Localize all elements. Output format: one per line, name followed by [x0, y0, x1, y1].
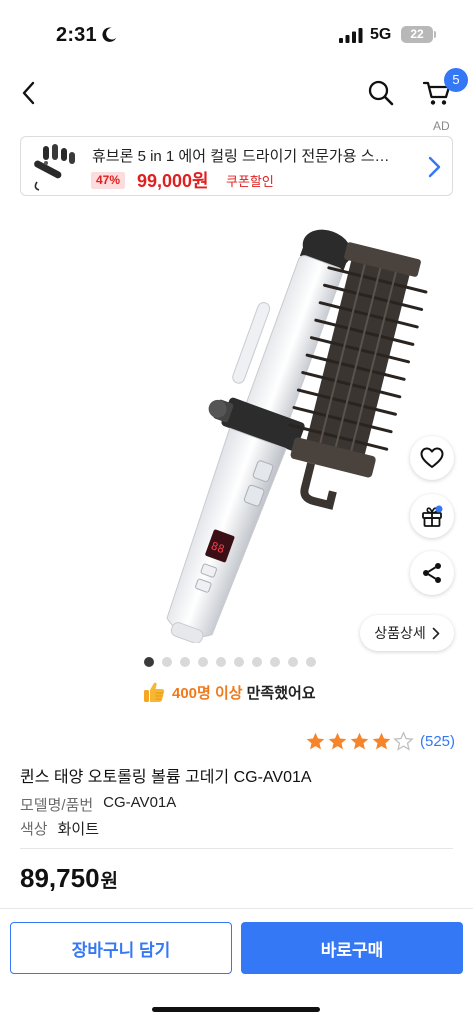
ad-banner[interactable]: 휴브론 5 in 1 에어 컬링 드라이기 전문가용 스… 47% 99,000…	[20, 136, 453, 196]
review-count[interactable]: (525)	[420, 733, 455, 750]
satisfaction-text: 만족했어요	[246, 684, 316, 702]
carousel-dot[interactable]	[180, 657, 190, 667]
product-detail-button[interactable]: 상품상세	[360, 615, 454, 651]
satisfaction-banner: 400명 이상 만족했어요	[142, 678, 316, 706]
buy-now-button[interactable]: 바로구매	[241, 922, 463, 974]
ad-price: 99,000원	[137, 171, 209, 191]
carousel-dot[interactable]	[198, 657, 208, 667]
moon-icon	[102, 27, 117, 42]
wishlist-button[interactable]	[410, 436, 454, 480]
bottom-action-bar: 장바구니 담기 바로구매	[0, 908, 473, 1024]
star-icon	[306, 732, 325, 749]
gift-icon	[422, 505, 443, 527]
product-title: 퀸스 태양 오토롤링 볼륨 고데기 CG-AV01A	[20, 769, 312, 786]
chevron-right-icon	[432, 627, 440, 639]
spec-row-color: 색상 화이트	[20, 818, 99, 839]
price-amount: 89,750	[20, 863, 100, 893]
star-icon	[393, 730, 414, 751]
carousel-dot[interactable]	[216, 657, 226, 667]
add-to-cart-button[interactable]: 장바구니 담기	[10, 922, 232, 974]
ad-title: 휴브론 5 in 1 에어 컬링 드라이기 전문가용 스…	[92, 148, 390, 165]
back-icon	[22, 81, 35, 105]
ad-product-thumbnail	[34, 144, 75, 191]
price-unit: 원	[100, 871, 119, 892]
carousel-dot[interactable]	[144, 657, 154, 667]
rating[interactable]: (525)	[305, 730, 455, 752]
product-detail-label: 상품상세	[374, 625, 426, 641]
spec-row-model: 모델명/품번 CG-AV01A	[20, 794, 176, 815]
thumbs-up-icon	[144, 682, 165, 702]
signal-icon	[339, 28, 363, 43]
spec-label: 색상	[20, 821, 48, 838]
carousel-dot[interactable]	[252, 657, 262, 667]
gift-button[interactable]	[410, 494, 454, 538]
status-time: 2:31	[56, 24, 97, 46]
cart-count-badge: 5	[444, 68, 468, 92]
network-label: 5G	[370, 26, 392, 43]
product-image[interactable]: 88	[20, 198, 440, 643]
star-icon	[328, 732, 347, 749]
share-button[interactable]	[410, 551, 454, 595]
carousel-dot[interactable]	[162, 657, 172, 667]
star-icon	[372, 732, 391, 749]
spec-label: 모델명/품번	[20, 797, 94, 814]
spec-value: 화이트	[57, 821, 100, 838]
ad-label: AD	[433, 119, 450, 133]
top-nav	[0, 70, 473, 116]
spec-value: CG-AV01A	[103, 794, 177, 811]
battery-tip	[434, 31, 436, 38]
back-button[interactable]	[12, 76, 46, 110]
search-icon	[368, 80, 394, 106]
battery-indicator: 22	[401, 26, 433, 43]
carousel-dot[interactable]	[234, 657, 244, 667]
status-bar: 2:31 5G 22	[0, 0, 473, 70]
ad-coupon-label: 쿠폰할인	[226, 174, 274, 189]
satisfaction-count: 400명 이상	[172, 684, 243, 702]
search-button[interactable]	[364, 76, 398, 110]
carousel-dot[interactable]	[288, 657, 298, 667]
product-price: 89,750원	[20, 863, 118, 894]
home-indicator[interactable]	[152, 1007, 320, 1012]
star-icon	[350, 732, 369, 749]
ad-discount-badge: 47%	[91, 172, 126, 189]
heart-icon	[420, 447, 444, 468]
chevron-right-icon	[428, 156, 441, 178]
share-icon	[423, 563, 441, 583]
carousel-dot[interactable]	[270, 657, 280, 667]
carousel-dots	[144, 657, 316, 667]
divider	[20, 848, 453, 849]
carousel-dot[interactable]	[306, 657, 316, 667]
rating-stars	[305, 730, 415, 752]
